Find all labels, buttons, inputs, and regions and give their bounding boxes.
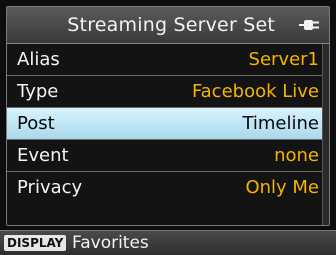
- setting-label: Event: [17, 145, 69, 166]
- setting-label: Post: [17, 113, 55, 134]
- setting-row-post[interactable]: Post Timeline: [7, 108, 329, 140]
- settings-list: Alias Server1 Type Facebook Live Post Ti…: [7, 44, 329, 204]
- setting-label: Privacy: [17, 177, 83, 198]
- setting-value: Only Me: [245, 177, 319, 198]
- setting-row-type[interactable]: Type Facebook Live: [7, 76, 329, 108]
- setting-label: Type: [17, 81, 59, 102]
- menu-title: Streaming Server Set: [67, 14, 275, 36]
- setting-row-alias[interactable]: Alias Server1: [7, 44, 329, 76]
- setting-label: Alias: [17, 49, 60, 70]
- display-button[interactable]: DISPLAY: [4, 235, 67, 251]
- favorites-label[interactable]: Favorites: [72, 231, 149, 255]
- empty-list-area: [7, 200, 329, 225]
- scrollbar[interactable]: [322, 44, 329, 225]
- setting-row-event[interactable]: Event none: [7, 140, 329, 172]
- plug-icon: [299, 20, 319, 30]
- setting-value: Server1: [248, 49, 319, 70]
- menu-header: Streaming Server Set: [7, 7, 329, 44]
- setting-value: none: [274, 145, 319, 166]
- camera-menu-screen: Streaming Server Set Alias Server1 Type …: [0, 0, 336, 255]
- setting-value: Timeline: [242, 113, 319, 134]
- menu-panel: Streaming Server Set Alias Server1 Type …: [6, 6, 330, 226]
- setting-value: Facebook Live: [191, 81, 319, 102]
- footer-bar: DISPLAY Favorites: [0, 230, 336, 255]
